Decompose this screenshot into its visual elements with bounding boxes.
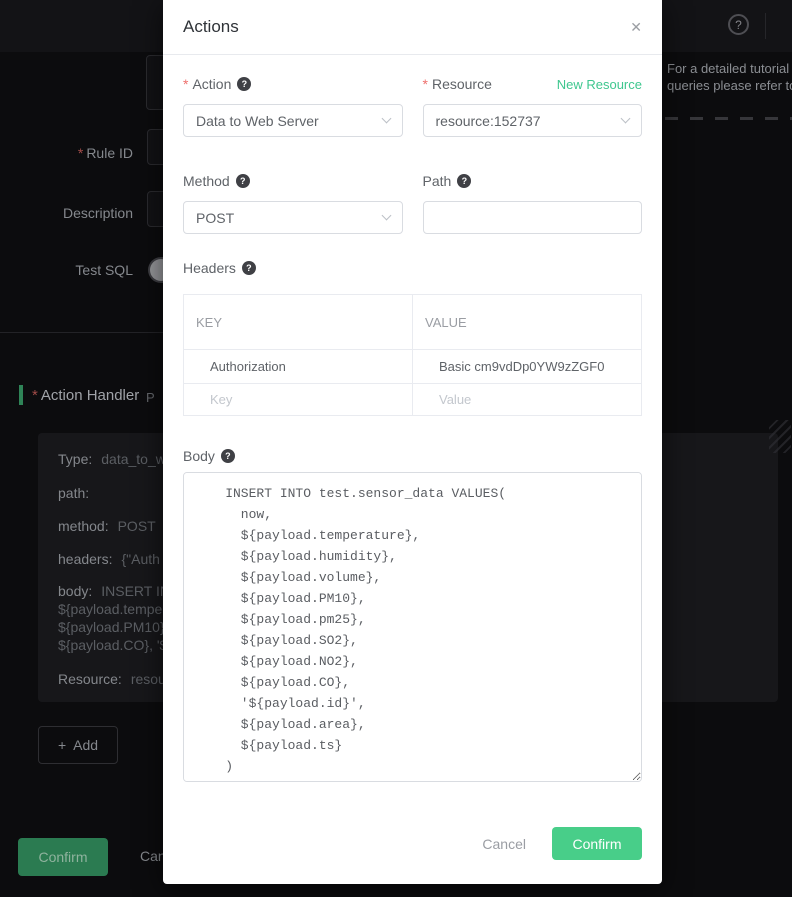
resource-select[interactable]: resource:152737 [423, 104, 643, 137]
header-key-input[interactable]: Key [184, 384, 413, 416]
modal-header: Actions ✕ [163, 0, 662, 55]
card-method-row: method:POST [58, 518, 156, 534]
section-divider [0, 332, 163, 333]
card-body-line: ${payload.PM10} [58, 619, 165, 635]
path-input[interactable] [423, 201, 643, 234]
chevron-down-icon [381, 211, 391, 221]
tutorial-text: For a detailed tutorial queries please r… [667, 60, 792, 94]
card-type-row: Type:data_to_w [58, 451, 166, 467]
action-select[interactable]: Data to Web Server [183, 104, 403, 137]
method-select[interactable]: POST [183, 201, 403, 234]
action-label: * Action ? [183, 76, 403, 92]
headers-table: KEY VALUE Authorization Basic cm9vdDp0YW… [183, 294, 642, 416]
plus-icon: + [58, 737, 66, 753]
topbar-divider [765, 13, 766, 39]
question-icon[interactable]: ? [242, 261, 256, 275]
confirm-button[interactable]: Confirm [552, 827, 642, 860]
resize-handle-icon [769, 420, 791, 453]
chevron-down-icon [381, 114, 391, 124]
card-body-line: ${payload.tempe [58, 601, 162, 617]
test-sql-label: Test SQL [0, 262, 133, 278]
required-marker: * [32, 387, 38, 404]
card-body-row: body:INSERT IN [58, 583, 170, 599]
rule-id-label: *Rule ID [0, 145, 133, 161]
action-handler-title: *Action Handler [32, 387, 139, 404]
chevron-down-icon [621, 114, 631, 124]
modal-body: * Action ? Data to Web Server * Resource… [163, 76, 662, 860]
card-body-line: ${payload.CO}, '$ [58, 637, 167, 653]
headers-label: Headers ? [183, 260, 642, 276]
headers-table-header-row: KEY VALUE [184, 295, 642, 350]
body-textarea[interactable]: INSERT INTO test.sensor_data VALUES( now… [183, 472, 642, 782]
header-row-placeholder: Key Value [184, 384, 642, 416]
action-handler-hint: P [146, 390, 155, 405]
screen: ? *Rule ID Description Test SQL *Action … [0, 0, 792, 897]
required-marker: * [423, 76, 428, 92]
question-icon[interactable]: ? [237, 77, 251, 91]
add-action-button[interactable]: + Add [38, 726, 118, 764]
cancel-button[interactable]: Cancel [482, 836, 526, 852]
key-column-header: KEY [184, 295, 413, 350]
question-icon[interactable]: ? [221, 449, 235, 463]
body-label: Body ? [183, 448, 642, 464]
card-headers-row: headers:{"Auth [58, 551, 160, 567]
modal-footer: Cancel Confirm [183, 827, 642, 860]
required-marker: * [183, 76, 188, 92]
card-path-row: path: [58, 485, 98, 501]
header-value-input[interactable]: Value [413, 384, 642, 416]
header-row: Authorization Basic cm9vdDp0YW9zZGF0 [184, 350, 642, 384]
header-key-cell[interactable]: Authorization [184, 350, 413, 384]
method-label: Method ? [183, 173, 403, 189]
new-resource-link[interactable]: New Resource [557, 77, 642, 92]
dashed-divider [665, 117, 792, 120]
question-icon[interactable]: ? [236, 174, 250, 188]
value-column-header: VALUE [413, 295, 642, 350]
resource-label: * Resource New Resource [423, 76, 643, 92]
actions-modal: Actions ✕ * Action ? Data to Web Server [163, 0, 662, 884]
path-label: Path ? [423, 173, 643, 189]
required-marker: * [78, 145, 83, 161]
question-icon[interactable]: ? [457, 174, 471, 188]
close-icon[interactable]: ✕ [630, 19, 642, 36]
section-accent-bar [19, 385, 23, 405]
modal-title: Actions [183, 17, 239, 37]
help-icon[interactable]: ? [728, 14, 749, 35]
header-value-cell[interactable]: Basic cm9vdDp0YW9zZGF0 [413, 350, 642, 384]
description-label: Description [0, 205, 133, 221]
card-resource-row: Resource:resou [58, 671, 166, 687]
background-confirm-button[interactable]: Confirm [18, 838, 108, 876]
